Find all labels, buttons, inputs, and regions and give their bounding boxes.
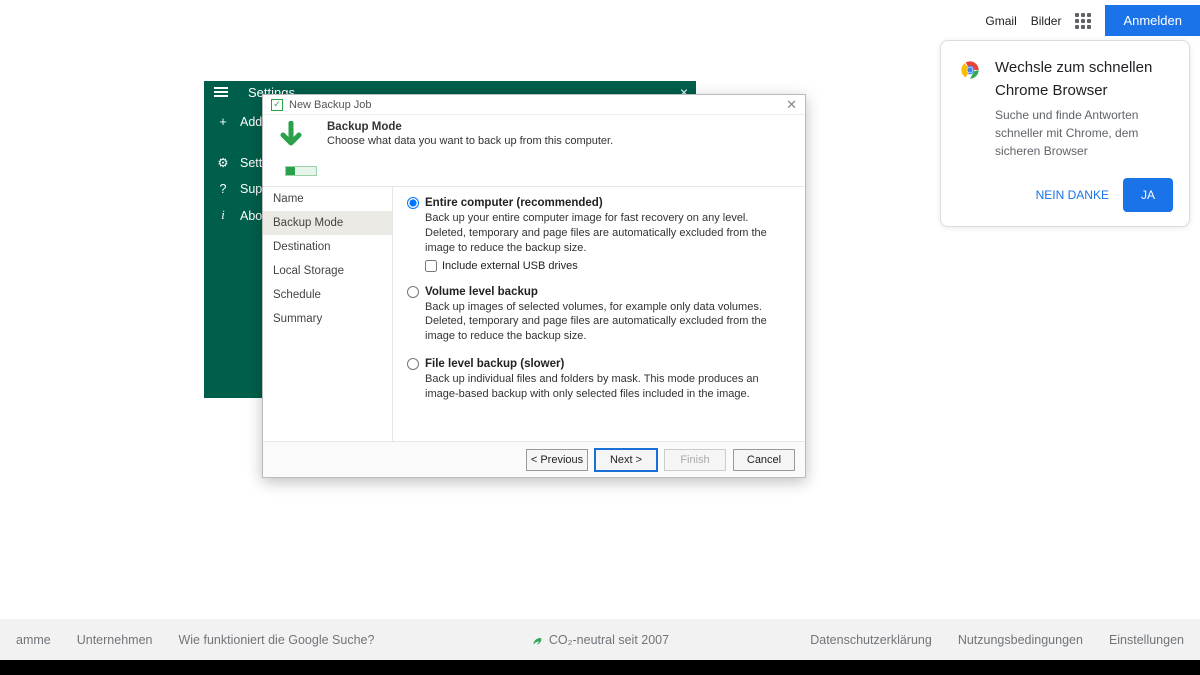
option-title: Entire computer (recommended) [425,197,603,209]
radio-volume-level[interactable] [407,286,419,298]
wizard-steps-list: Name Backup Mode Destination Local Stora… [263,187,393,441]
option-entire-computer: Entire computer (recommended) Back up yo… [407,197,791,272]
option-desc: Back up your entire computer image for f… [425,211,791,256]
step-summary[interactable]: Summary [263,307,392,331]
footer-link[interactable]: Wie funktioniert die Google Suche? [178,633,374,647]
promo-body: Suche und finde Antworten schneller mit … [995,106,1173,160]
footer-link[interactable]: Nutzungsbedingungen [958,633,1083,647]
step-destination[interactable]: Destination [263,235,392,259]
dialog-app-icon: ✓ [271,99,283,111]
question-icon: ? [216,182,230,196]
download-arrow-icon [275,121,307,161]
footer-link[interactable]: Unternehmen [77,633,153,647]
option-volume-level: Volume level backup Back up images of se… [407,286,791,345]
footer-carbon-text: CO₂-neutral seit 2007 [549,633,669,647]
option-title: Volume level backup [425,286,538,298]
cancel-button[interactable]: Cancel [733,449,795,471]
option-desc: Back up individual files and folders by … [425,372,791,402]
new-backup-job-dialog: ✓ New Backup Job ✕ Backup Mode Choose wh… [262,94,806,478]
step-backup-mode[interactable]: Backup Mode [263,211,392,235]
previous-button[interactable]: < Previous [526,449,588,471]
gmail-link[interactable]: Gmail [985,14,1016,28]
next-button[interactable]: Next > [595,449,657,471]
footer-link[interactable]: Einstellungen [1109,633,1184,647]
option-file-level: File level backup (slower) Back up indiv… [407,358,791,402]
plus-icon: + [216,115,230,129]
option-entire-computer-row[interactable]: Entire computer (recommended) [407,197,791,209]
leaf-icon [531,634,543,646]
sliders-icon: ⚙ [216,155,230,170]
dialog-titlebar: ✓ New Backup Job ✕ [263,95,805,115]
google-top-nav: Gmail Bilder Anmelden [985,5,1200,36]
hamburger-icon[interactable] [214,87,228,97]
info-icon: i [216,208,230,223]
footer-link[interactable]: amme [16,633,51,647]
apps-grid-icon[interactable] [1075,13,1091,29]
dialog-title: New Backup Job [289,99,372,111]
images-link[interactable]: Bilder [1031,14,1062,28]
chrome-promo-card: Wechsle zum schnellen Chrome Browser Suc… [940,40,1190,227]
close-icon[interactable]: ✕ [786,97,797,113]
radio-file-level[interactable] [407,358,419,370]
dialog-header: Backup Mode Choose what data you want to… [263,115,805,186]
checkbox-label: Include external USB drives [442,260,578,272]
promo-no-button[interactable]: NEIN DANKE [1036,186,1109,204]
signin-button[interactable]: Anmelden [1105,5,1200,36]
chrome-logo-icon [957,57,983,83]
promo-title: Wechsle zum schnellen Chrome Browser [995,57,1173,102]
option-file-level-row[interactable]: File level backup (slower) [407,358,791,370]
step-schedule[interactable]: Schedule [263,283,392,307]
footer-carbon[interactable]: CO₂-neutral seit 2007 [531,633,669,647]
wizard-content: Entire computer (recommended) Back up yo… [393,187,805,441]
radio-entire-computer[interactable] [407,197,419,209]
option-title: File level backup (slower) [425,358,564,370]
footer-link[interactable]: Datenschutzerklärung [810,633,932,647]
step-local-storage[interactable]: Local Storage [263,259,392,283]
google-footer: amme Unternehmen Wie funktioniert die Go… [0,619,1200,660]
dialog-header-title: Backup Mode [327,121,613,133]
dialog-header-subtitle: Choose what data you want to back up fro… [327,135,613,147]
promo-yes-button[interactable]: JA [1123,178,1173,212]
progress-bar-icon [285,166,317,176]
checkbox-include-usb[interactable] [425,260,437,272]
finish-button: Finish [664,449,726,471]
windows-taskbar[interactable] [0,660,1200,675]
option-volume-level-row[interactable]: Volume level backup [407,286,791,298]
option-desc: Back up images of selected volumes, for … [425,300,791,345]
include-usb-row[interactable]: Include external USB drives [425,260,791,272]
step-name[interactable]: Name [263,187,392,211]
wizard-footer: < Previous Next > Finish Cancel [263,441,805,477]
